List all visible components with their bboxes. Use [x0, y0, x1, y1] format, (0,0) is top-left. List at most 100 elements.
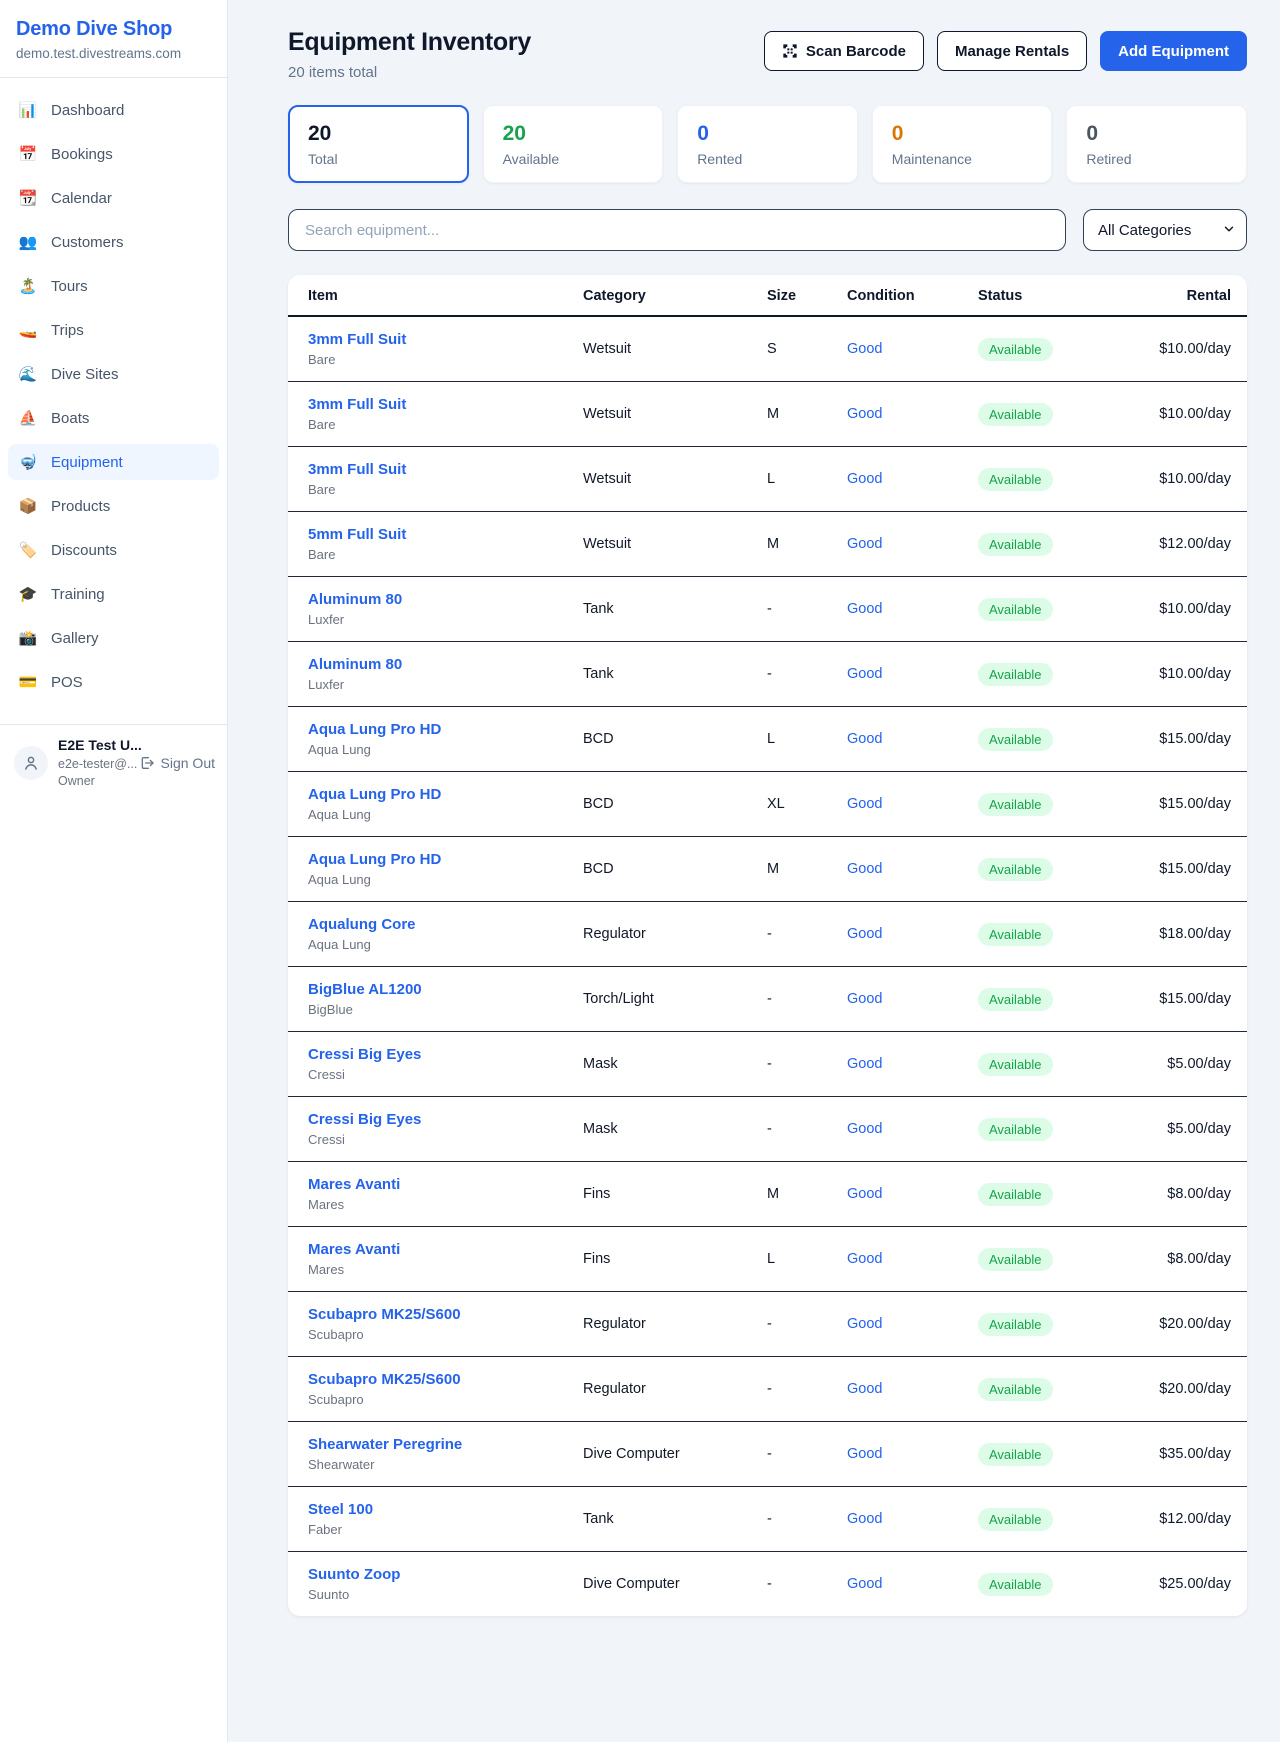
item-condition-link[interactable]: Good: [847, 926, 882, 942]
item-name-link[interactable]: Cressi Big Eyes: [308, 1046, 421, 1063]
stat-card-available[interactable]: 20 Available: [483, 105, 664, 183]
item-brand: Shearwater: [308, 1457, 575, 1472]
item-rental: $12.00/day: [1108, 512, 1247, 577]
item-category: Wetsuit: [583, 512, 767, 577]
item-name-link[interactable]: Steel 100: [308, 1501, 373, 1518]
item-brand: Luxfer: [308, 612, 575, 627]
item-brand: BigBlue: [308, 1002, 575, 1017]
category-select[interactable]: All Categories: [1083, 209, 1247, 251]
column-header-size: Size: [767, 275, 847, 316]
item-condition-link[interactable]: Good: [847, 341, 882, 357]
add-equipment-button[interactable]: Add Equipment: [1100, 31, 1247, 71]
table-row: Cressi Big Eyes Cressi Mask - Good Avail…: [288, 1032, 1247, 1097]
item-condition-link[interactable]: Good: [847, 796, 882, 812]
stat-card-retired[interactable]: 0 Retired: [1066, 105, 1247, 183]
brand-link[interactable]: Demo Dive Shop: [16, 18, 211, 41]
status-badge: Available: [978, 793, 1053, 816]
item-size: S: [767, 316, 847, 382]
item-category: Mask: [583, 1097, 767, 1162]
sailboat-icon: ⛵: [18, 411, 38, 426]
scan-barcode-button[interactable]: Scan Barcode: [764, 31, 924, 71]
item-brand: Aqua Lung: [308, 872, 575, 887]
sidebar-item-pos[interactable]: 💳 POS: [8, 664, 219, 700]
sidebar-item-equipment[interactable]: 🤿 Equipment: [8, 444, 219, 480]
item-condition-link[interactable]: Good: [847, 1446, 882, 1462]
manage-rentals-button[interactable]: Manage Rentals: [937, 31, 1087, 71]
item-name-link[interactable]: Aluminum 80: [308, 656, 402, 673]
item-name-link[interactable]: 3mm Full Suit: [308, 461, 406, 478]
sidebar-item-gallery[interactable]: 📸 Gallery: [8, 620, 219, 656]
item-condition-link[interactable]: Good: [847, 471, 882, 487]
status-badge: Available: [978, 1248, 1053, 1271]
item-rental: $18.00/day: [1108, 902, 1247, 967]
status-badge: Available: [978, 1573, 1053, 1596]
sidebar-item-discounts[interactable]: 🏷️ Discounts: [8, 532, 219, 568]
status-badge: Available: [978, 403, 1053, 426]
item-condition-link[interactable]: Good: [847, 601, 882, 617]
item-name-link[interactable]: 5mm Full Suit: [308, 526, 406, 543]
item-brand: Faber: [308, 1522, 575, 1537]
item-condition-link[interactable]: Good: [847, 731, 882, 747]
item-name-link[interactable]: Cressi Big Eyes: [308, 1111, 421, 1128]
item-name-link[interactable]: Aqua Lung Pro HD: [308, 786, 441, 803]
item-name-link[interactable]: 3mm Full Suit: [308, 396, 406, 413]
item-name-link[interactable]: Suunto Zoop: [308, 1566, 400, 1583]
item-condition-link[interactable]: Good: [847, 991, 882, 1007]
item-rental: $35.00/day: [1108, 1422, 1247, 1487]
item-category: Tank: [583, 1487, 767, 1552]
item-name-link[interactable]: Shearwater Peregrine: [308, 1436, 462, 1453]
item-name-link[interactable]: Aqua Lung Pro HD: [308, 721, 441, 738]
sign-out-button[interactable]: Sign Out: [139, 755, 215, 771]
item-condition-link[interactable]: Good: [847, 666, 882, 682]
item-category: Regulator: [583, 902, 767, 967]
item-condition-link[interactable]: Good: [847, 536, 882, 552]
sidebar-item-training[interactable]: 🎓 Training: [8, 576, 219, 612]
item-name-link[interactable]: Scubapro MK25/S600: [308, 1306, 461, 1323]
item-name-link[interactable]: Mares Avanti: [308, 1241, 400, 1258]
stat-card-maintenance[interactable]: 0 Maintenance: [872, 105, 1053, 183]
table-header-row: Item Category Size Condition Status Rent…: [288, 275, 1247, 316]
item-condition-link[interactable]: Good: [847, 1381, 882, 1397]
item-name-link[interactable]: Mares Avanti: [308, 1176, 400, 1193]
item-name-link[interactable]: Aqualung Core: [308, 916, 416, 933]
sidebar-item-trips[interactable]: 🚤 Trips: [8, 312, 219, 348]
item-condition-link[interactable]: Good: [847, 1576, 882, 1592]
item-name-link[interactable]: BigBlue AL1200: [308, 981, 422, 998]
item-size: L: [767, 1227, 847, 1292]
barcode-scan-icon: [782, 43, 798, 59]
sidebar-item-customers[interactable]: 👥 Customers: [8, 224, 219, 260]
item-size: M: [767, 837, 847, 902]
tag-icon: 🏷️: [18, 543, 38, 558]
item-condition-link[interactable]: Good: [847, 1056, 882, 1072]
sidebar-item-dashboard[interactable]: 📊 Dashboard: [8, 92, 219, 128]
logout-icon: [139, 755, 155, 771]
search-input[interactable]: [288, 209, 1066, 251]
item-name-link[interactable]: Aqua Lung Pro HD: [308, 851, 441, 868]
item-rental: $8.00/day: [1108, 1227, 1247, 1292]
item-rental: $10.00/day: [1108, 316, 1247, 382]
item-condition-link[interactable]: Good: [847, 1316, 882, 1332]
item-condition-link[interactable]: Good: [847, 861, 882, 877]
item-name-link[interactable]: Aluminum 80: [308, 591, 402, 608]
item-condition-link[interactable]: Good: [847, 1251, 882, 1267]
stat-label: Rented: [697, 151, 838, 167]
item-size: -: [767, 1422, 847, 1487]
sidebar-item-boats[interactable]: ⛵ Boats: [8, 400, 219, 436]
item-name-link[interactable]: Scubapro MK25/S600: [308, 1371, 461, 1388]
sidebar-item-tours[interactable]: 🏝️ Tours: [8, 268, 219, 304]
item-condition-link[interactable]: Good: [847, 406, 882, 422]
item-category: Regulator: [583, 1292, 767, 1357]
sidebar-item-calendar[interactable]: 📆 Calendar: [8, 180, 219, 216]
item-condition-link[interactable]: Good: [847, 1511, 882, 1527]
stat-value: 0: [697, 121, 838, 147]
item-name-link[interactable]: 3mm Full Suit: [308, 331, 406, 348]
sidebar-item-products[interactable]: 📦 Products: [8, 488, 219, 524]
table-row: 3mm Full Suit Bare Wetsuit S Good Availa…: [288, 316, 1247, 382]
item-condition-link[interactable]: Good: [847, 1121, 882, 1137]
stat-card-rented[interactable]: 0 Rented: [677, 105, 858, 183]
item-condition-link[interactable]: Good: [847, 1186, 882, 1202]
stat-card-total[interactable]: 20 Total: [288, 105, 469, 183]
sidebar-item-bookings[interactable]: 📅 Bookings: [8, 136, 219, 172]
item-category: Dive Computer: [583, 1552, 767, 1617]
sidebar-item-dive-sites[interactable]: 🌊 Dive Sites: [8, 356, 219, 392]
